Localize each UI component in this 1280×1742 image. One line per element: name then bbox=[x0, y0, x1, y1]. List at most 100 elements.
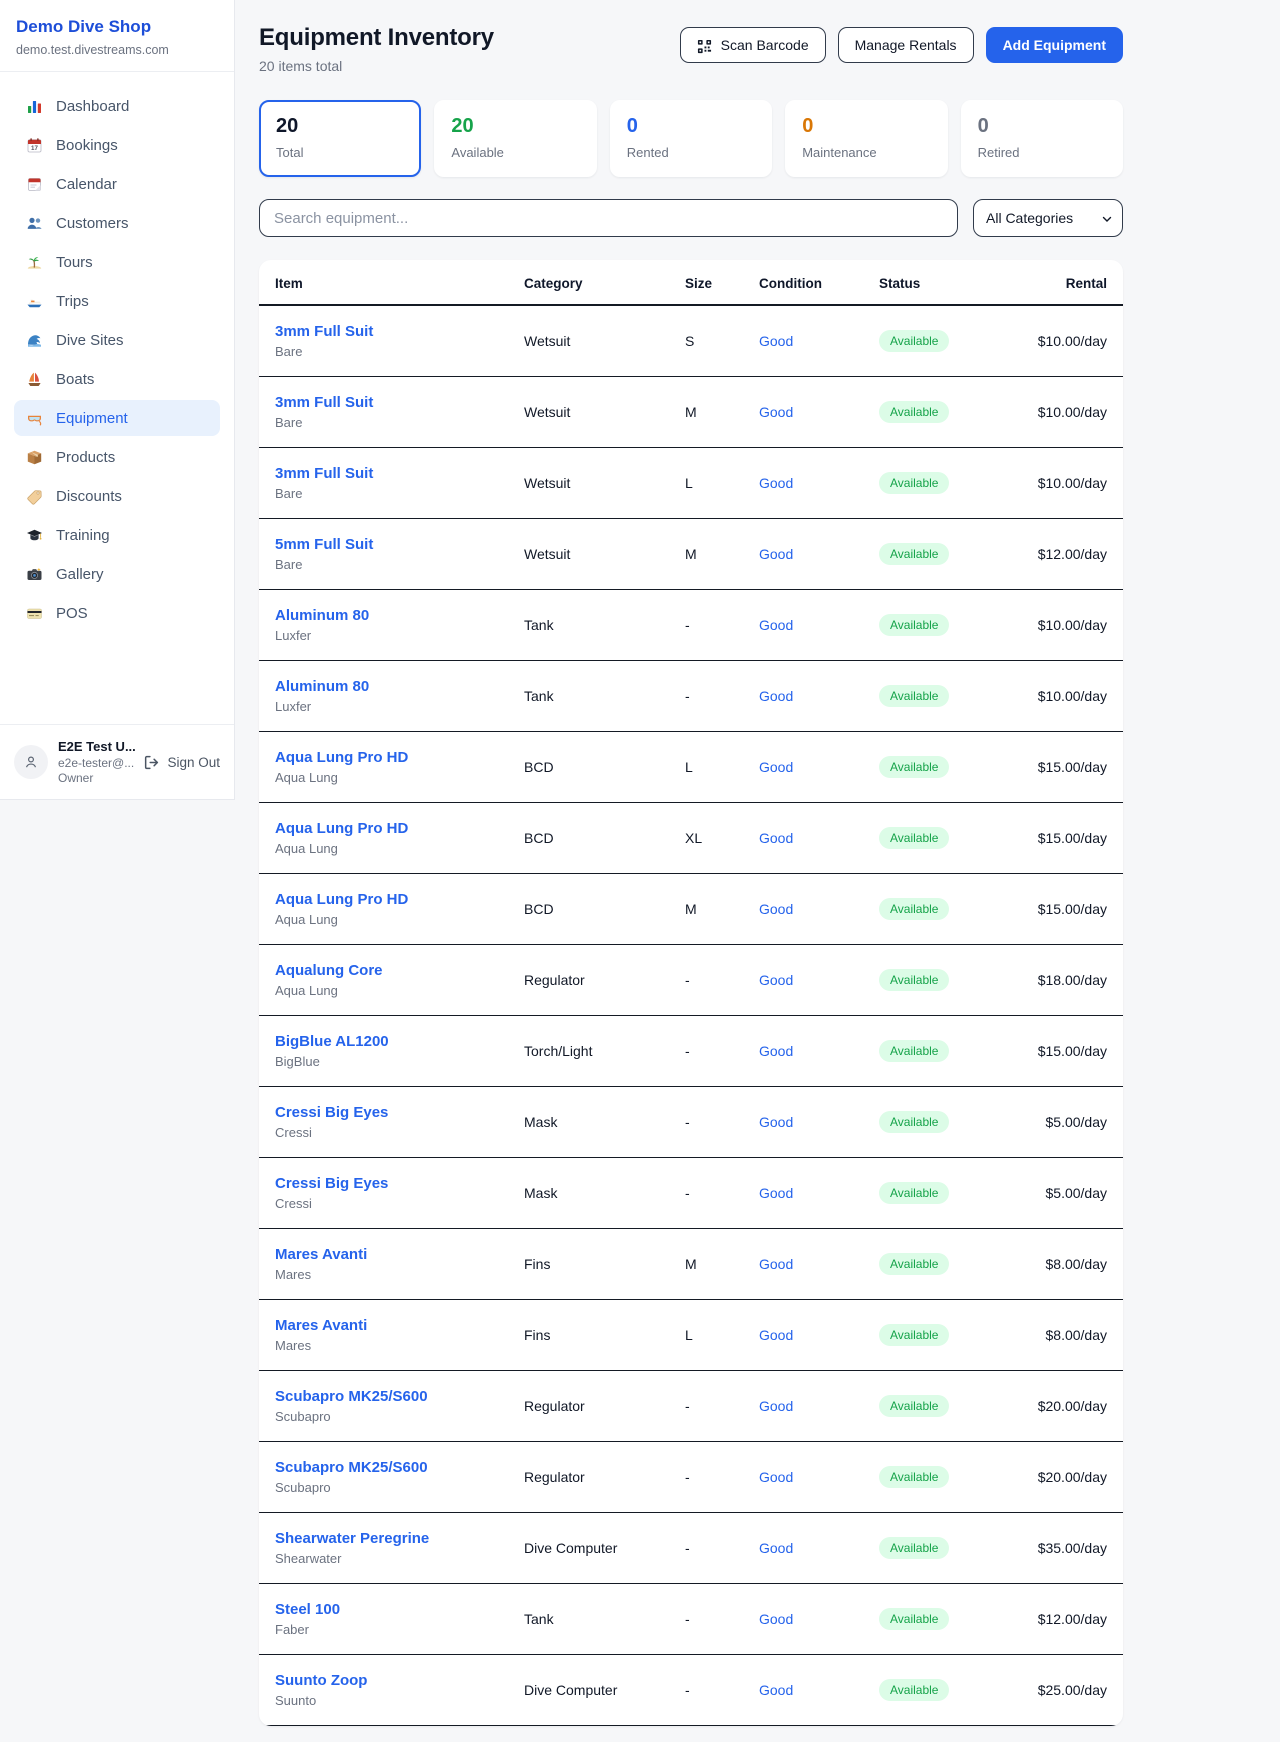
sidebar-item-label: Boats bbox=[56, 371, 94, 388]
stat-value: 0 bbox=[978, 114, 1106, 138]
item-name-link[interactable]: Mares Avanti bbox=[275, 1317, 492, 1334]
item-name-link[interactable]: 3mm Full Suit bbox=[275, 323, 492, 340]
condition-link[interactable]: Good bbox=[759, 1398, 793, 1414]
item-name-link[interactable]: Steel 100 bbox=[275, 1601, 492, 1618]
condition-link[interactable]: Good bbox=[759, 1469, 793, 1485]
condition-link[interactable]: Good bbox=[759, 617, 793, 633]
item-name-link[interactable]: Cressi Big Eyes bbox=[275, 1104, 492, 1121]
condition-link[interactable]: Good bbox=[759, 1185, 793, 1201]
tear-off-calendar-icon bbox=[26, 176, 43, 193]
item-size: - bbox=[669, 1370, 743, 1441]
table-row: BigBlue AL1200 BigBlue Torch/Light - Goo… bbox=[259, 1015, 1123, 1086]
column-header-category: Category bbox=[508, 260, 669, 305]
item-name-link[interactable]: Scubapro MK25/S600 bbox=[275, 1459, 492, 1476]
category-select[interactable]: All Categories bbox=[973, 199, 1123, 237]
table-row: Mares Avanti Mares Fins L Good Available… bbox=[259, 1299, 1123, 1370]
item-name-link[interactable]: BigBlue AL1200 bbox=[275, 1033, 492, 1050]
item-name-link[interactable]: Aqua Lung Pro HD bbox=[275, 891, 492, 908]
item-name-link[interactable]: Aqualung Core bbox=[275, 962, 492, 979]
search-input[interactable] bbox=[259, 199, 958, 237]
condition-link[interactable]: Good bbox=[759, 1540, 793, 1556]
condition-link[interactable]: Good bbox=[759, 759, 793, 775]
stat-card-total[interactable]: 20 Total bbox=[259, 100, 421, 177]
condition-link[interactable]: Good bbox=[759, 404, 793, 420]
item-size: M bbox=[669, 376, 743, 447]
items-total-subtitle: 20 items total bbox=[259, 58, 494, 74]
item-size: - bbox=[669, 1086, 743, 1157]
sidebar-item-dive-sites[interactable]: Dive Sites bbox=[14, 322, 220, 358]
palm-island-icon bbox=[26, 254, 43, 271]
stat-card-retired[interactable]: 0 Retired bbox=[961, 100, 1123, 177]
item-name-link[interactable]: Aluminum 80 bbox=[275, 607, 492, 624]
sidebar-item-bookings[interactable]: 17 Bookings bbox=[14, 127, 220, 163]
column-header-condition: Condition bbox=[743, 260, 863, 305]
sidebar-item-products[interactable]: Products bbox=[14, 439, 220, 475]
table-row: Aqualung Core Aqua Lung Regulator - Good… bbox=[259, 944, 1123, 1015]
item-name-link[interactable]: Cressi Big Eyes bbox=[275, 1175, 492, 1192]
manage-rentals-button[interactable]: Manage Rentals bbox=[838, 27, 974, 63]
item-name-link[interactable]: Aqua Lung Pro HD bbox=[275, 820, 492, 837]
item-category: Wetsuit bbox=[508, 518, 669, 589]
add-equipment-button[interactable]: Add Equipment bbox=[986, 27, 1123, 63]
sidebar-item-customers[interactable]: Customers bbox=[14, 205, 220, 241]
item-name-link[interactable]: Scubapro MK25/S600 bbox=[275, 1388, 492, 1405]
item-brand: Aqua Lung bbox=[275, 912, 492, 927]
condition-link[interactable]: Good bbox=[759, 1611, 793, 1627]
item-name-link[interactable]: Aqua Lung Pro HD bbox=[275, 749, 492, 766]
item-name-link[interactable]: Mares Avanti bbox=[275, 1246, 492, 1263]
stat-card-rented[interactable]: 0 Rented bbox=[610, 100, 772, 177]
item-name-link[interactable]: Shearwater Peregrine bbox=[275, 1530, 492, 1547]
condition-link[interactable]: Good bbox=[759, 830, 793, 846]
sidebar-item-boats[interactable]: Boats bbox=[14, 361, 220, 397]
item-name-link[interactable]: 3mm Full Suit bbox=[275, 394, 492, 411]
condition-link[interactable]: Good bbox=[759, 1043, 793, 1059]
filter-row: All Categories bbox=[259, 199, 1123, 237]
sidebar-item-gallery[interactable]: Gallery bbox=[14, 556, 220, 592]
condition-link[interactable]: Good bbox=[759, 333, 793, 349]
condition-link[interactable]: Good bbox=[759, 1327, 793, 1343]
item-category: Dive Computer bbox=[508, 1654, 669, 1725]
item-category: BCD bbox=[508, 802, 669, 873]
item-rental: $18.00/day bbox=[1013, 944, 1123, 1015]
stat-card-maintenance[interactable]: 0 Maintenance bbox=[785, 100, 947, 177]
condition-link[interactable]: Good bbox=[759, 475, 793, 491]
item-brand: BigBlue bbox=[275, 1054, 492, 1069]
bar-chart-icon bbox=[26, 98, 43, 115]
sign-out-button[interactable]: Sign Out bbox=[143, 754, 220, 771]
item-name-link[interactable]: Suunto Zoop bbox=[275, 1672, 492, 1689]
condition-link[interactable]: Good bbox=[759, 1256, 793, 1272]
item-brand: Luxfer bbox=[275, 628, 492, 643]
sidebar-item-dashboard[interactable]: Dashboard bbox=[14, 88, 220, 124]
item-name-link[interactable]: Aluminum 80 bbox=[275, 678, 492, 695]
graduation-cap-icon bbox=[26, 527, 43, 544]
sidebar-header: Demo Dive Shop demo.test.divestreams.com bbox=[0, 0, 234, 71]
item-name-link[interactable]: 5mm Full Suit bbox=[275, 536, 492, 553]
sidebar-nav: Dashboard 17 Bookings Calendar Customers… bbox=[0, 72, 234, 724]
sidebar-item-equipment[interactable]: Equipment bbox=[14, 400, 220, 436]
scan-barcode-button[interactable]: Scan Barcode bbox=[680, 27, 826, 63]
condition-link[interactable]: Good bbox=[759, 546, 793, 562]
sidebar-item-calendar[interactable]: Calendar bbox=[14, 166, 220, 202]
column-header-size: Size bbox=[669, 260, 743, 305]
item-brand: Bare bbox=[275, 557, 492, 572]
sidebar-item-label: Dive Sites bbox=[56, 332, 124, 349]
stat-card-available[interactable]: 20 Available bbox=[434, 100, 596, 177]
condition-link[interactable]: Good bbox=[759, 901, 793, 917]
item-size: - bbox=[669, 1654, 743, 1725]
sailboat-icon bbox=[26, 371, 43, 388]
sidebar-item-discounts[interactable]: Discounts bbox=[14, 478, 220, 514]
sidebar-item-tours[interactable]: Tours bbox=[14, 244, 220, 280]
condition-link[interactable]: Good bbox=[759, 1114, 793, 1130]
item-name-link[interactable]: 3mm Full Suit bbox=[275, 465, 492, 482]
sidebar-item-pos[interactable]: POS bbox=[14, 595, 220, 631]
wave-icon bbox=[26, 332, 43, 349]
condition-link[interactable]: Good bbox=[759, 972, 793, 988]
status-badge: Available bbox=[879, 1537, 949, 1559]
sidebar-item-label: POS bbox=[56, 605, 88, 622]
condition-link[interactable]: Good bbox=[759, 688, 793, 704]
item-category: Fins bbox=[508, 1299, 669, 1370]
sidebar-item-trips[interactable]: Trips bbox=[14, 283, 220, 319]
item-rental: $8.00/day bbox=[1013, 1299, 1123, 1370]
condition-link[interactable]: Good bbox=[759, 1682, 793, 1698]
sidebar-item-training[interactable]: Training bbox=[14, 517, 220, 553]
